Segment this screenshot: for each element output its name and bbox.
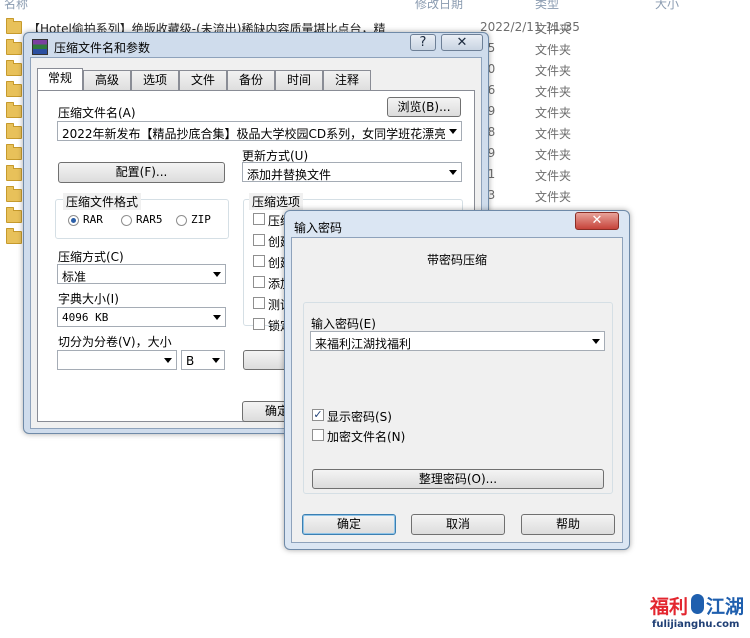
chevron-down-icon xyxy=(449,129,457,134)
chevron-down-icon xyxy=(164,358,172,363)
option-checkbox[interactable] xyxy=(253,213,265,225)
folder-icon xyxy=(6,207,22,223)
tab-comment[interactable]: 注释 xyxy=(323,70,371,90)
chevron-down-icon xyxy=(449,170,457,175)
format-group-title: 压缩文件格式 xyxy=(63,193,142,210)
help-button[interactable]: 帮助 xyxy=(521,514,615,535)
help-button[interactable]: ? xyxy=(410,34,436,51)
archive-name-combo[interactable]: 2022年新发布【精品抄底合集】极品大学校园CD系列，女同学班花漂亮老 xyxy=(57,121,462,141)
ok-button[interactable]: 确定 xyxy=(302,514,396,535)
watermark-text-1: 福利 xyxy=(650,596,689,618)
chevron-down-icon xyxy=(212,358,220,363)
password-dialog: 输入密码 ✕ 带密码压缩 输入密码(E) 来福利江湖找福利 ✓ 显示密码(S) … xyxy=(284,210,630,550)
tab-time[interactable]: 时间 xyxy=(275,70,323,90)
format-rar5-label: RAR5 xyxy=(136,213,163,226)
method-label: 压缩方式(C) xyxy=(58,250,124,264)
option-checkbox[interactable] xyxy=(253,276,265,288)
split-size-combo[interactable] xyxy=(57,350,177,370)
file-type: 文件夹 xyxy=(535,190,572,204)
file-type: 文件夹 xyxy=(535,106,572,120)
encrypt-names-label: 加密文件名(N) xyxy=(327,430,406,444)
option-checkbox[interactable] xyxy=(253,255,265,267)
file-list-header: 名称 修改日期 类型 大小 xyxy=(0,0,750,10)
folder-icon xyxy=(6,144,22,160)
show-password-checkbox[interactable]: ✓ xyxy=(312,409,324,421)
archive-name-value: 2022年新发布【精品抄底合集】极品大学校园CD系列，女同学班花漂亮老 xyxy=(62,127,445,141)
split-label: 切分为分卷(V)，大小 xyxy=(58,335,172,349)
folder-icon xyxy=(6,123,22,139)
update-mode-value: 添加并替换文件 xyxy=(247,168,332,182)
file-type: 文件夹 xyxy=(535,169,572,183)
password-label: 输入密码(E) xyxy=(311,317,376,331)
tab-backup[interactable]: 备份 xyxy=(227,70,275,90)
tab-options[interactable]: 选项 xyxy=(131,70,179,90)
browse-button[interactable]: 浏览(B)... xyxy=(387,97,461,117)
method-value: 标准 xyxy=(62,270,87,284)
update-mode-combo[interactable]: 添加并替换文件 xyxy=(242,162,462,182)
folder-icon xyxy=(6,102,22,118)
tab-general[interactable]: 常规 xyxy=(37,68,83,90)
format-rar5-radio[interactable] xyxy=(121,215,132,226)
format-rar-radio[interactable] xyxy=(68,215,79,226)
profiles-button[interactable]: 配置(F)... xyxy=(58,162,225,183)
folder-icon xyxy=(6,60,22,76)
option-checkbox[interactable] xyxy=(253,318,265,330)
chevron-down-icon xyxy=(213,272,221,277)
column-name[interactable]: 名称 xyxy=(4,0,28,10)
split-unit-value: B xyxy=(186,354,195,368)
tab-files[interactable]: 文件 xyxy=(179,70,227,90)
chevron-down-icon xyxy=(213,315,221,320)
encrypt-names-checkbox[interactable] xyxy=(312,429,324,441)
folder-icon xyxy=(6,186,22,202)
watermark-url: fulijianghu.com xyxy=(652,619,740,630)
file-type: 文件夹 xyxy=(535,43,572,57)
option-checkbox[interactable] xyxy=(253,234,265,246)
password-dialog-client: 带密码压缩 输入密码(E) 来福利江湖找福利 ✓ 显示密码(S) 加密文件名(N… xyxy=(291,237,623,543)
file-type: 文件夹 xyxy=(535,148,572,162)
password-heading: 带密码压缩 xyxy=(426,253,487,267)
close-button[interactable]: ✕ xyxy=(575,212,619,230)
option-checkbox[interactable] xyxy=(253,297,265,309)
split-unit-combo[interactable]: B xyxy=(181,350,225,370)
password-dialog-title: 输入密码 xyxy=(294,221,343,235)
folder-icon xyxy=(6,165,22,181)
mouse-icon xyxy=(691,594,704,614)
column-date[interactable]: 修改日期 xyxy=(415,0,463,10)
file-type: 文件夹 xyxy=(535,127,572,141)
archive-name-label: 压缩文件名(A) xyxy=(58,106,136,120)
options-group-title: 压缩选项 xyxy=(249,193,304,210)
format-zip-radio[interactable] xyxy=(176,215,187,226)
tab-strip: 常规 高级 选项 文件 备份 时间 注释 xyxy=(37,68,377,90)
password-value: 来福利江湖找福利 xyxy=(315,337,412,351)
format-rar-label: RAR xyxy=(83,213,103,226)
dict-combo[interactable]: 4096 KB xyxy=(57,307,226,327)
cancel-button[interactable]: 取消 xyxy=(411,514,505,535)
folder-icon xyxy=(6,39,22,55)
folder-icon xyxy=(6,228,22,244)
watermark-text-2: 江湖 xyxy=(706,596,745,618)
winrar-icon xyxy=(32,39,48,55)
close-button[interactable]: ✕ xyxy=(441,34,483,51)
file-type: 文件夹 xyxy=(535,85,572,99)
method-combo[interactable]: 标准 xyxy=(57,264,226,284)
chevron-down-icon xyxy=(592,339,600,344)
folder-icon xyxy=(6,81,22,97)
column-size[interactable]: 大小 xyxy=(655,0,679,10)
organize-passwords-button[interactable]: 整理密码(O)... xyxy=(312,469,604,489)
watermark-logo: 福利 江湖 fulijianghu.com xyxy=(650,590,746,634)
column-type[interactable]: 类型 xyxy=(535,0,559,10)
show-password-label: 显示密码(S) xyxy=(327,410,392,424)
file-type: 文件夹 xyxy=(535,22,572,36)
folder-icon xyxy=(6,18,22,34)
format-zip-label: ZIP xyxy=(191,213,211,226)
dialog-title: 压缩文件名和参数 xyxy=(54,41,151,55)
dict-value: 4096 KB xyxy=(62,311,109,324)
dict-label: 字典大小(I) xyxy=(58,292,119,306)
tab-advanced[interactable]: 高级 xyxy=(83,70,131,90)
password-combo[interactable]: 来福利江湖找福利 xyxy=(310,331,605,351)
file-type: 文件夹 xyxy=(535,64,572,78)
